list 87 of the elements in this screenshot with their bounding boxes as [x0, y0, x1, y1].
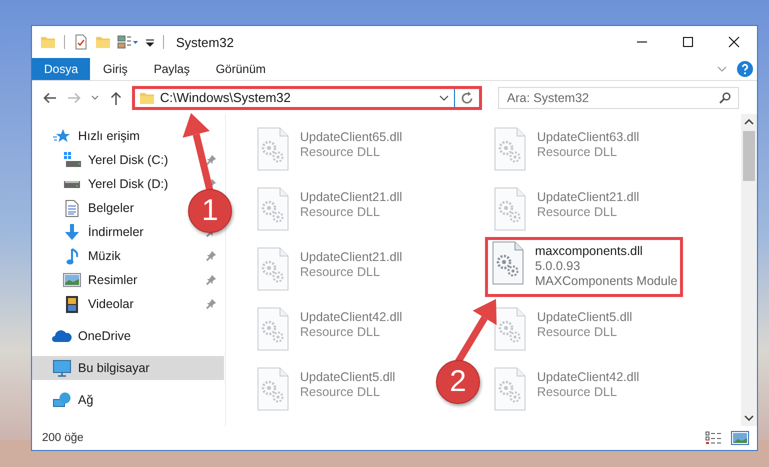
dll-file-icon — [491, 241, 525, 285]
view-list-icon[interactable] — [117, 34, 139, 50]
details-view-icon[interactable] — [705, 431, 723, 445]
dll-file-icon — [493, 307, 527, 351]
network-icon — [53, 392, 71, 408]
close-icon[interactable] — [728, 36, 740, 48]
file-description: Resource DLL — [300, 325, 381, 339]
file-description: Resource DLL — [300, 385, 381, 399]
file-name: UpdateClient42.dll — [537, 370, 640, 384]
picture-icon — [63, 273, 81, 287]
dll-file-icon — [256, 127, 290, 171]
nav-item[interactable]: Ağ — [78, 393, 94, 407]
refresh-icon[interactable] — [460, 90, 474, 104]
scroll-up-icon[interactable] — [744, 119, 754, 125]
nav-item[interactable]: Yerel Disk (D:) — [88, 177, 168, 191]
dll-file-icon — [493, 127, 527, 171]
dll-file-icon — [256, 247, 290, 291]
window-title: System32 — [176, 34, 234, 50]
file-name: UpdateClient5.dll — [537, 310, 632, 324]
recent-locations-icon[interactable] — [90, 94, 100, 100]
scroll-down-icon[interactable] — [744, 415, 754, 421]
maximize-icon[interactable] — [682, 36, 694, 48]
ribbon-tab[interactable]: Görünüm — [202, 58, 279, 80]
ribbon-tab[interactable]: Giriş — [90, 58, 141, 80]
drive-icon — [64, 180, 80, 188]
drive-icon — [63, 152, 81, 168]
star-icon — [53, 128, 71, 144]
file-item[interactable]: maxcomponents.dll 5.0.0.93 MAXComponents Module — [485, 237, 684, 297]
nav-item[interactable]: Videolar — [88, 297, 134, 311]
file-item[interactable]: UpdateClient63.dll Resource DLL — [489, 125, 644, 181]
file-item[interactable]: UpdateClient5.dll Resource DLL — [252, 365, 400, 421]
dll-file-icon — [493, 187, 527, 231]
file-item[interactable]: UpdateClient21.dll Resource DLL — [252, 185, 406, 241]
file-item[interactable]: UpdateClient5.dll Resource DLL — [489, 305, 636, 361]
file-description: Resource DLL — [537, 205, 618, 219]
dll-file-icon — [256, 367, 290, 411]
file-name: UpdateClient65.dll — [300, 130, 402, 144]
nav-item[interactable]: Yerel Disk (C:) — [88, 153, 168, 167]
up-icon[interactable] — [108, 90, 124, 106]
file-name: maxcomponents.dll — [535, 244, 644, 258]
nav-item[interactable]: Hızlı erişim — [78, 129, 140, 143]
ribbon-tab[interactable]: Paylaş — [140, 58, 203, 80]
dll-file-icon — [493, 367, 527, 411]
scrollbar[interactable] — [741, 114, 757, 426]
nav-item[interactable]: İndirmeler — [88, 225, 144, 239]
film-icon — [66, 296, 78, 312]
file-name: UpdateClient21.dll — [537, 190, 640, 204]
address-bar[interactable]: C:\Windows\System32 — [132, 86, 482, 110]
address-dropdown-icon[interactable] — [439, 94, 449, 100]
help-icon[interactable] — [737, 61, 753, 77]
item-count: 200 öğe — [42, 432, 84, 444]
file-item[interactable]: UpdateClient21.dll Resource DLL — [252, 245, 406, 301]
nav-item[interactable]: Resimler — [88, 273, 138, 287]
file-name: UpdateClient42.dll — [300, 310, 402, 324]
document-icon — [65, 200, 79, 216]
file-description: Resource DLL — [300, 265, 381, 279]
properties-icon[interactable] — [73, 34, 89, 50]
file-item[interactable]: UpdateClient42.dll Resource DLL — [252, 305, 406, 361]
cloud-icon — [52, 330, 72, 342]
file-item[interactable]: UpdateClient42.dll Resource DLL — [489, 365, 644, 421]
ribbon-tab[interactable]: Dosya — [32, 58, 90, 80]
dll-file-icon — [256, 307, 290, 351]
file-description: Resource DLL — [300, 145, 381, 159]
dll-file-icon — [256, 187, 290, 231]
file-name: UpdateClient21.dll — [300, 190, 402, 204]
music-note-icon — [66, 248, 78, 264]
file-name: UpdateClient5.dll — [300, 370, 396, 384]
file-description: Resource DLL — [537, 145, 618, 159]
scroll-thumb[interactable] — [743, 131, 755, 181]
file-item[interactable]: UpdateClient65.dll Resource DLL — [252, 125, 406, 181]
address-path: C:\Windows\System32 — [160, 90, 291, 105]
search-icon[interactable] — [719, 92, 731, 104]
file-version: 5.0.0.93 — [535, 259, 582, 273]
monitor-icon — [53, 360, 71, 376]
file-name: UpdateClient21.dll — [300, 250, 402, 264]
download-arrow-icon — [65, 224, 79, 240]
file-description: Resource DLL — [300, 205, 381, 219]
large-icons-view-icon[interactable] — [731, 431, 749, 445]
nav-item[interactable]: Müzik — [88, 249, 121, 263]
nav-item[interactable]: OneDrive — [78, 329, 131, 343]
file-name: UpdateClient63.dll — [537, 130, 640, 144]
file-description: Resource DLL — [537, 385, 618, 399]
search-field[interactable]: Ara: System32 — [498, 86, 739, 108]
nav-item[interactable]: Bu bilgisayar — [32, 356, 224, 380]
file-description: MAXComponents Module — [535, 274, 678, 288]
nav-item[interactable]: Belgeler — [88, 201, 134, 215]
file-description: Resource DLL — [537, 325, 618, 339]
